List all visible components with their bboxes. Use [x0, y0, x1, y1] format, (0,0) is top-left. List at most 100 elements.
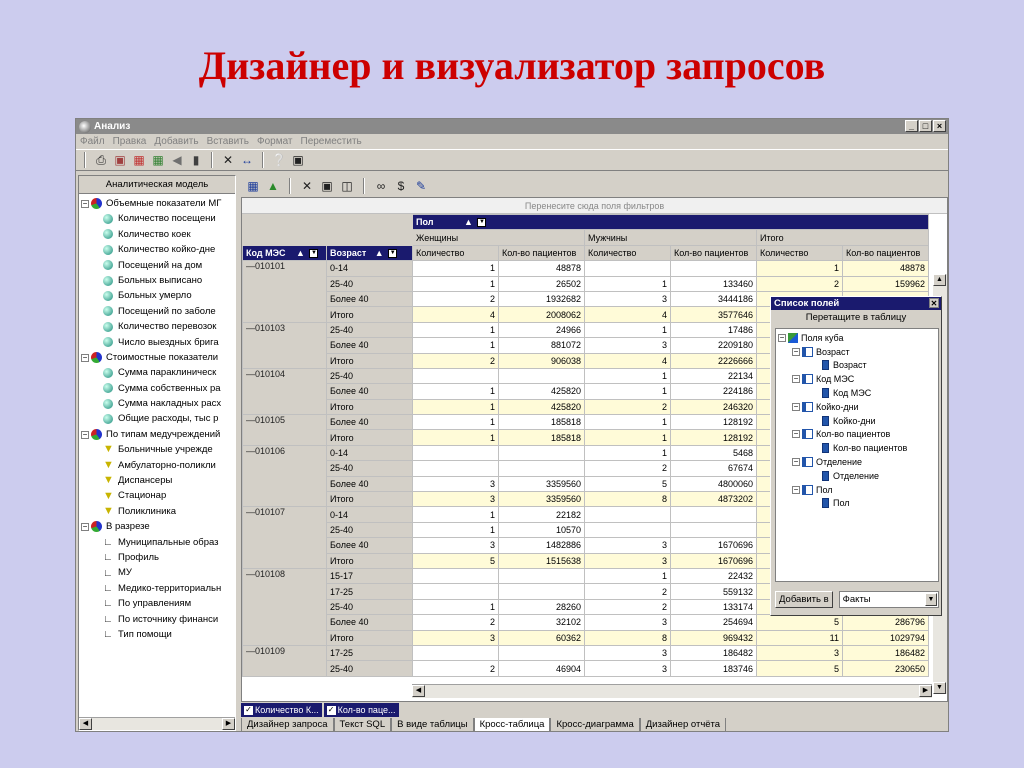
- age-cell[interactable]: Итого: [326, 352, 413, 369]
- collapse-icon[interactable]: —: [246, 323, 255, 332]
- sort-icon[interactable]: ▲: [296, 248, 305, 258]
- measure-check-count[interactable]: ✓ Количество К...: [241, 703, 322, 717]
- age-cell[interactable]: 0-14: [326, 260, 413, 277]
- tree-item[interactable]: Количество койко-дне: [79, 242, 235, 257]
- menu-edit[interactable]: Правка: [109, 136, 151, 147]
- menu-move[interactable]: Переместить: [297, 136, 366, 147]
- field-list-titlebar[interactable]: Список полей ✕: [771, 297, 941, 310]
- field-node[interactable]: Пол: [776, 497, 938, 511]
- menu-add[interactable]: Добавить: [150, 136, 202, 147]
- save-icon[interactable]: ▣: [319, 178, 335, 194]
- tree-item[interactable]: Больных умерло: [79, 288, 235, 303]
- tree-item[interactable]: Сумма параклиническ: [79, 365, 235, 380]
- tree-item[interactable]: Общие расходы, тыс р: [79, 411, 235, 426]
- tab-table-view[interactable]: В виде таблицы: [391, 718, 474, 732]
- execute-icon[interactable]: ▮: [188, 152, 204, 168]
- tree-item[interactable]: Количество коек: [79, 227, 235, 242]
- tree-item[interactable]: ∟ Профиль: [79, 550, 235, 565]
- age-cell[interactable]: 25-40: [326, 321, 413, 339]
- link-icon[interactable]: ∞: [373, 178, 389, 194]
- dimension-node[interactable]: − Кол-во пациентов: [776, 428, 938, 442]
- tree-item[interactable]: ∟ Тип помощи: [79, 627, 235, 642]
- row-field-header[interactable]: Возраст ▲ ▼: [326, 244, 413, 262]
- field-node[interactable]: Отделение: [776, 469, 938, 483]
- collapse-icon[interactable]: —: [246, 416, 255, 426]
- tab-report-designer[interactable]: Дизайнер отчёта: [639, 718, 727, 732]
- tree-item[interactable]: ▼ Диспансеры: [79, 473, 235, 488]
- age-cell[interactable]: Итого: [326, 429, 413, 446]
- age-cell[interactable]: Итого: [326, 306, 413, 323]
- collapse-icon[interactable]: −: [81, 522, 89, 531]
- tree-item[interactable]: ∟ Медико-территориальн: [79, 581, 235, 596]
- age-cell[interactable]: Итого: [326, 629, 413, 646]
- tab-cross-chart[interactable]: Кросс-диаграмма: [550, 718, 640, 732]
- collapse-icon[interactable]: —: [246, 646, 255, 656]
- age-cell[interactable]: Более 40: [326, 383, 413, 400]
- edit-icon[interactable]: ✎: [413, 178, 429, 194]
- collapse-icon[interactable]: —: [246, 369, 255, 378]
- add-to-button[interactable]: Добавить в: [775, 591, 833, 608]
- field-node[interactable]: Возраст: [776, 359, 938, 373]
- dimension-node[interactable]: − Возраст: [776, 345, 938, 359]
- dimension-node[interactable]: − Пол: [776, 483, 938, 497]
- field-node[interactable]: Кол-во пациентов: [776, 441, 938, 455]
- age-cell[interactable]: Более 40: [326, 537, 413, 554]
- close-icon[interactable]: ✕: [929, 298, 939, 308]
- tree-item[interactable]: ▼ Амбулаторно-поликли: [79, 458, 235, 473]
- checkbox-icon[interactable]: ✓: [244, 705, 253, 715]
- mes-code-cell[interactable]: —010109: [242, 644, 327, 677]
- swap-icon[interactable]: ↔: [239, 152, 255, 168]
- scroll-up-icon[interactable]: ▲: [933, 274, 946, 286]
- age-cell[interactable]: Более 40: [326, 614, 413, 631]
- menu-insert[interactable]: Вставить: [203, 136, 253, 147]
- age-cell[interactable]: Более 40: [326, 414, 413, 431]
- layout-icon[interactable]: ▦: [245, 178, 261, 194]
- dropdown-icon[interactable]: ▼: [925, 593, 937, 606]
- mes-code-cell[interactable]: —010108: [242, 567, 327, 646]
- age-cell[interactable]: Более 40: [326, 337, 413, 354]
- field-node[interactable]: Код МЭС: [776, 386, 938, 400]
- dimension-node[interactable]: − Отделение: [776, 455, 938, 469]
- age-cell[interactable]: 0-14: [326, 444, 413, 462]
- minimize-button[interactable]: _: [905, 120, 918, 132]
- scroll-right-icon[interactable]: ▶: [222, 718, 235, 730]
- age-cell[interactable]: 25-40: [326, 598, 413, 616]
- age-cell[interactable]: 25-40: [326, 660, 413, 677]
- currency-icon[interactable]: $: [393, 178, 409, 194]
- tree-item[interactable]: Больных выписано: [79, 273, 235, 288]
- collapse-icon[interactable]: −: [792, 375, 800, 384]
- tree-item[interactable]: ▼ Больничные учрежде: [79, 442, 235, 457]
- collapse-icon[interactable]: −: [81, 199, 89, 208]
- tree-item[interactable]: ∟ По управлениям: [79, 596, 235, 611]
- collapse-icon[interactable]: −: [792, 485, 800, 494]
- mes-code-cell[interactable]: —010107: [242, 506, 327, 569]
- measure-check-patients[interactable]: ✓ Кол-во паце...: [323, 703, 399, 717]
- tree-item[interactable]: ∟ По источнику финанси: [79, 612, 235, 627]
- tab-query-designer[interactable]: Дизайнер запроса: [241, 718, 334, 732]
- tree-group[interactable]: − В разрезе: [79, 519, 235, 534]
- tree-item[interactable]: ∟ Муниципальные образ: [79, 535, 235, 550]
- filter-drop-zone[interactable]: Перенесите сюда поля фильтров: [242, 198, 947, 214]
- menu-file[interactable]: Файл: [76, 136, 109, 147]
- tree-item[interactable]: Количество посещени: [79, 211, 235, 226]
- tree-item[interactable]: Посещений на дом: [79, 258, 235, 273]
- sort-icon[interactable]: ▲: [464, 217, 473, 227]
- scroll-right-icon[interactable]: ▶: [919, 685, 932, 697]
- dropdown-icon[interactable]: ▼: [309, 249, 319, 259]
- tree-item[interactable]: ▼ Стационар: [79, 488, 235, 503]
- collapse-icon[interactable]: −: [778, 333, 786, 342]
- age-cell[interactable]: 15-17: [326, 567, 413, 585]
- tree-item[interactable]: Сумма накладных расх: [79, 396, 235, 411]
- new-query-icon[interactable]: ▣: [112, 152, 128, 168]
- age-cell[interactable]: Более 40: [326, 475, 413, 493]
- grid-horizontal-scrollbar[interactable]: ◀ ▶: [412, 684, 932, 698]
- tree-group[interactable]: − Стоимостные показатели: [79, 350, 235, 365]
- maximize-button[interactable]: □: [919, 120, 932, 132]
- collapse-icon[interactable]: —: [246, 446, 255, 456]
- column-field-header[interactable]: Пол ▲ ▼: [412, 213, 929, 231]
- dimension-node[interactable]: − Койко-дни: [776, 400, 938, 414]
- tree-item[interactable]: Сумма собственных ра: [79, 381, 235, 396]
- collapse-icon[interactable]: −: [792, 430, 800, 439]
- close-button[interactable]: ×: [933, 120, 946, 132]
- tree-group[interactable]: − По типам медучреждений: [79, 427, 235, 442]
